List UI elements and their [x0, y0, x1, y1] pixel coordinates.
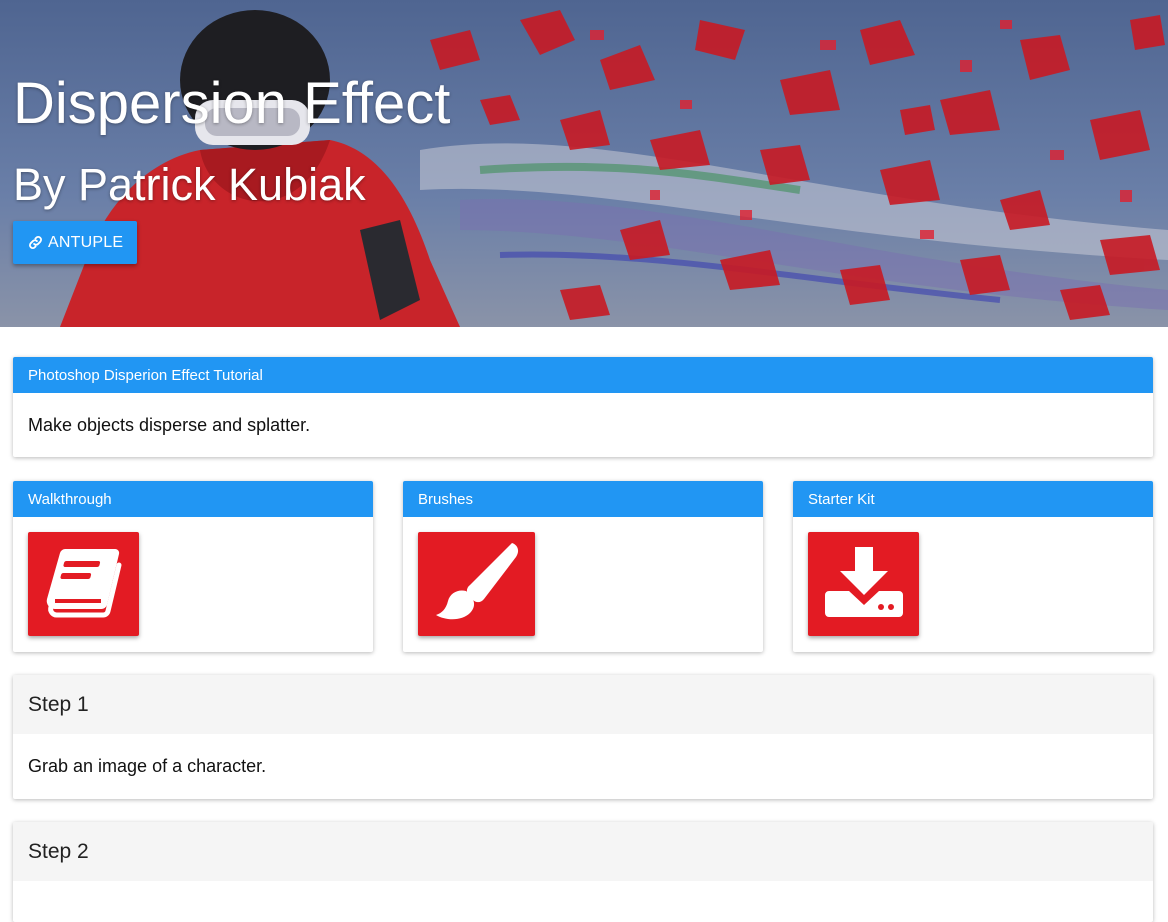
step-1-title: Step 1: [13, 675, 1153, 734]
intro-card-header: Photoshop Disperion Effect Tutorial: [13, 357, 1153, 393]
step-2-card: Step 2: [13, 822, 1153, 922]
tutorial-intro-card: Photoshop Disperion Effect Tutorial Make…: [13, 357, 1153, 457]
starter-kit-button[interactable]: [808, 532, 919, 636]
author-subtitle: By Patrick Kubiak: [13, 159, 366, 210]
intro-card-description: Make objects disperse and splatter.: [28, 414, 311, 435]
page-title: Dispersion Effect: [13, 71, 451, 136]
brushes-card-header: Brushes: [403, 481, 763, 517]
walkthrough-card: Walkthrough: [13, 481, 373, 652]
walkthrough-card-header: Walkthrough: [13, 481, 373, 517]
brushes-card: Brushes: [403, 481, 763, 652]
hero-banner: Dispersion Effect By Patrick Kubiak ANTU…: [0, 0, 1168, 327]
brushes-button[interactable]: [418, 532, 535, 636]
step-2-title: Step 2: [13, 822, 1153, 881]
starter-kit-card: Starter Kit: [793, 481, 1153, 652]
book-icon: [43, 543, 125, 626]
download-icon: [823, 545, 905, 624]
paintbrush-icon: [432, 539, 522, 630]
step-1-description: Grab an image of a character.: [28, 756, 267, 776]
step-1-card: Step 1 Grab an image of a character.: [13, 675, 1153, 799]
antuple-button-label: ANTUPLE: [48, 233, 124, 251]
starter-kit-card-header: Starter Kit: [793, 481, 1153, 517]
step-2-description: [13, 881, 1153, 922]
antuple-link-button[interactable]: ANTUPLE: [13, 221, 138, 264]
link-icon: [27, 234, 44, 251]
walkthrough-button[interactable]: [28, 532, 139, 636]
